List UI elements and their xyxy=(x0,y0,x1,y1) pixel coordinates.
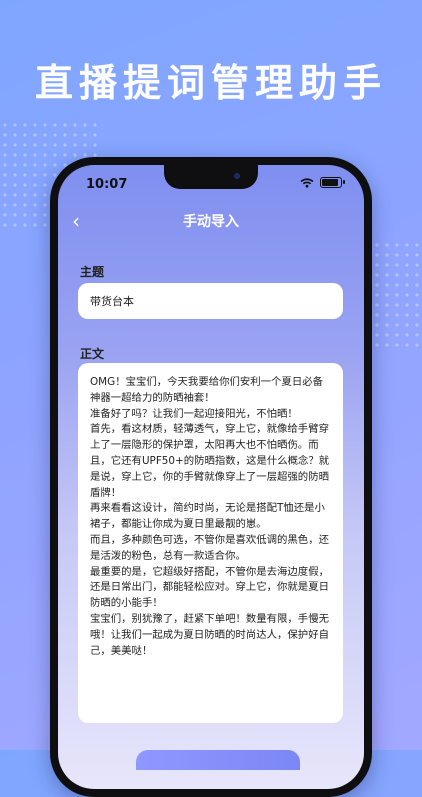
submit-button[interactable] xyxy=(136,750,300,770)
status-icons xyxy=(300,177,345,188)
wifi-icon xyxy=(300,177,314,188)
page-title: 手动导入 xyxy=(183,214,239,230)
body-textarea[interactable]: OMG！宝宝们，今天我要给你们安利一个夏日必备神器一超给力的防晒袖套！ 准备好了… xyxy=(78,363,343,723)
subject-input[interactable]: 带货台本 xyxy=(78,283,343,319)
phone-frame: 10:07 ‹ 手动导入 主题 带货台本 正文 OMG！宝宝们，今天我要给你们安… xyxy=(50,157,372,797)
nav-bar: ‹ 手动导入 xyxy=(58,205,364,239)
phone-screen: 10:07 ‹ 手动导入 主题 带货台本 正文 OMG！宝宝们，今天我要给你们安… xyxy=(58,165,364,789)
camera-icon xyxy=(234,173,240,179)
status-time: 10:07 xyxy=(86,177,128,192)
notch xyxy=(164,165,258,189)
subject-label: 主题 xyxy=(80,265,105,279)
body-label: 正文 xyxy=(80,347,105,361)
app-headline: 直播提词管理助手 xyxy=(34,61,387,105)
battery-icon xyxy=(320,177,345,188)
